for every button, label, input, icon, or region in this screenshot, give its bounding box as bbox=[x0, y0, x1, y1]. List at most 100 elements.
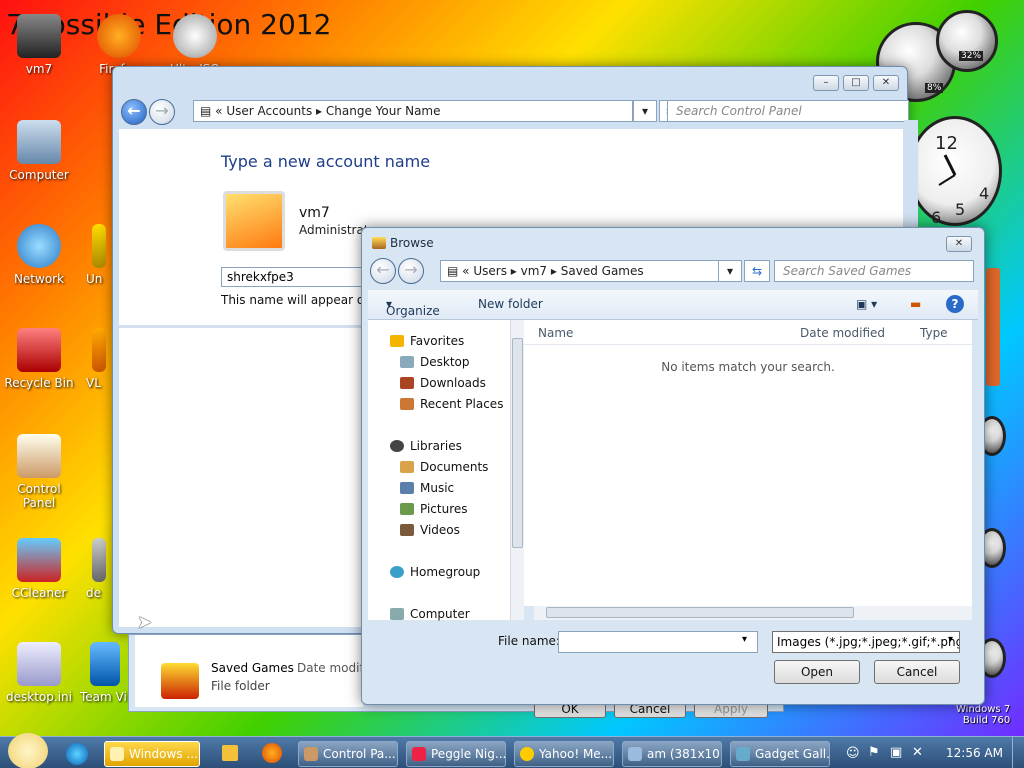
nav-downloads[interactable]: Downloads bbox=[400, 376, 486, 390]
address-bar[interactable]: ▤ « User Accounts ▸ Change Your Name bbox=[193, 100, 633, 122]
browse-back-button[interactable]: ← bbox=[370, 258, 396, 284]
desktop-icon bbox=[400, 356, 414, 368]
network-tray-icon[interactable]: ▣ bbox=[890, 745, 902, 760]
breadcrumb-user-accounts[interactable]: User Accounts bbox=[226, 104, 312, 118]
desktop-icon-ccleaner[interactable]: CCleaner bbox=[0, 538, 78, 600]
nav-documents[interactable]: Documents bbox=[400, 460, 488, 474]
desktop-icon-desktop-ini[interactable]: desktop.ini bbox=[0, 642, 78, 704]
filter-dropdown-icon[interactable]: ▾ bbox=[948, 634, 953, 645]
browse-close-button[interactable]: ✕ bbox=[946, 236, 972, 252]
search-saved-games-input[interactable]: Search Saved Games bbox=[774, 260, 974, 282]
nav-homegroup[interactable]: Homegroup bbox=[390, 565, 480, 579]
breadcrumb-users[interactable]: Users bbox=[473, 264, 507, 278]
internet-explorer-icon[interactable] bbox=[66, 743, 88, 765]
back-button[interactable]: ← bbox=[121, 99, 147, 125]
documents-icon bbox=[400, 461, 414, 473]
new-folder-button[interactable]: New folder bbox=[478, 297, 543, 311]
windows-watermark: Windows 7 Build 760 bbox=[956, 704, 1011, 726]
file-name-input[interactable] bbox=[558, 631, 758, 653]
help-icon[interactable]: ? bbox=[946, 295, 964, 313]
nav-computer[interactable]: Computer bbox=[390, 607, 470, 621]
task-yahoo-messenger[interactable]: Yahoo! Me... bbox=[514, 741, 614, 767]
nav-pictures[interactable]: Pictures bbox=[400, 502, 468, 516]
view-options-icon[interactable]: ▣ ▾ bbox=[856, 297, 877, 311]
breadcrumb-change-your-name[interactable]: Change Your Name bbox=[326, 104, 441, 118]
horizontal-scrollbar[interactable] bbox=[534, 606, 972, 620]
forward-button[interactable]: → bbox=[149, 99, 175, 125]
svg-text:4: 4 bbox=[979, 184, 989, 203]
maximize-button[interactable]: □ bbox=[843, 75, 869, 91]
desktop-icon-recycle-bin[interactable]: Recycle Bin bbox=[0, 328, 78, 390]
page-heading: Type a new account name bbox=[221, 152, 431, 171]
firefox-taskbar-icon[interactable] bbox=[262, 743, 282, 763]
minimize-button[interactable]: – bbox=[813, 75, 839, 91]
media-player-icon[interactable] bbox=[222, 745, 238, 761]
browse-address-dropdown-icon[interactable]: ▾ bbox=[718, 260, 742, 282]
action-center-flag-icon[interactable]: ⚑ bbox=[868, 745, 880, 760]
nav-videos[interactable]: Videos bbox=[400, 523, 460, 537]
network-globe-icon bbox=[17, 224, 61, 268]
desktop-icon-de[interactable]: de bbox=[86, 538, 112, 600]
drive-icon: ▤ bbox=[447, 264, 459, 278]
settings-file-icon bbox=[17, 642, 61, 686]
capture-icon bbox=[628, 747, 642, 761]
cancel-button[interactable]: Cancel bbox=[874, 660, 960, 684]
desktop-icon-vm7[interactable]: vm7 bbox=[0, 14, 78, 76]
ram-meter-gadget[interactable]: 32% bbox=[936, 10, 998, 72]
show-desktop-button[interactable] bbox=[1012, 737, 1024, 768]
navigation-pane: Favorites Desktop Downloads Recent Place… bbox=[368, 320, 524, 621]
empty-message: No items match your search. bbox=[661, 360, 835, 374]
user-folder-icon bbox=[17, 14, 61, 58]
nav-desktop[interactable]: Desktop bbox=[400, 355, 470, 369]
start-orb-icon[interactable] bbox=[8, 733, 48, 768]
star-icon bbox=[390, 335, 404, 347]
app-icon bbox=[92, 538, 106, 582]
mouse-cursor-icon: ➤ bbox=[137, 612, 153, 633]
browse-address-bar[interactable]: ▤ « Users ▸ vm7 ▸ Saved Games bbox=[440, 260, 742, 282]
task-gadget-gallery[interactable]: Gadget Gall... bbox=[730, 741, 830, 767]
address-dropdown-arrow-icon[interactable]: ▾ bbox=[633, 100, 657, 122]
task-am[interactable]: am (381x10... bbox=[622, 741, 722, 767]
column-type[interactable]: Type bbox=[920, 326, 948, 340]
desktop-icon-vlc[interactable]: VL bbox=[86, 328, 112, 390]
task-control-panel[interactable]: Control Pa... bbox=[298, 741, 398, 767]
file-name-dropdown-icon[interactable]: ▾ bbox=[742, 634, 747, 645]
file-type-filter[interactable]: Images (*.jpg;*.jpeg;*.gif;*.png; bbox=[772, 631, 960, 653]
nav-scrollbar-thumb[interactable] bbox=[512, 338, 523, 548]
horizontal-scrollbar-thumb[interactable] bbox=[546, 607, 854, 618]
nav-music[interactable]: Music bbox=[400, 481, 454, 495]
task-windows[interactable]: Windows ... bbox=[104, 741, 200, 767]
desktop-icon-control-panel[interactable]: Control Panel bbox=[0, 434, 78, 510]
svg-text:5: 5 bbox=[955, 200, 965, 219]
search-control-panel-input[interactable]: Search Control Panel bbox=[667, 100, 909, 122]
browse-refresh-icon[interactable]: ⇆ bbox=[744, 260, 770, 282]
saved-games-item[interactable]: Saved Games File folder Date modified bbox=[135, 635, 382, 707]
desktop-icon-network[interactable]: Network bbox=[0, 224, 78, 286]
downloads-icon bbox=[400, 377, 414, 389]
column-date-modified[interactable]: Date modified bbox=[800, 326, 885, 340]
preview-pane-icon[interactable]: ▬ bbox=[910, 297, 921, 311]
desktop-icon-teamviewer[interactable]: Team Vi bbox=[80, 642, 130, 704]
user-name: vm7 bbox=[299, 205, 330, 221]
breadcrumb-saved-games[interactable]: Saved Games bbox=[561, 264, 644, 278]
nav-scrollbar[interactable] bbox=[510, 320, 524, 620]
desktop-icon-computer[interactable]: Computer bbox=[0, 120, 78, 182]
clock[interactable]: 12:56 AM bbox=[946, 746, 1003, 760]
open-button[interactable]: Open bbox=[774, 660, 860, 684]
nav-recent-places[interactable]: Recent Places bbox=[400, 397, 503, 411]
task-peggle[interactable]: Peggle Nig... bbox=[406, 741, 506, 767]
browse-forward-button[interactable]: → bbox=[398, 258, 424, 284]
tray-smiley-icon[interactable]: ☺ bbox=[846, 746, 860, 761]
clock-gadget[interactable]: 12 4 5 6 bbox=[908, 116, 1002, 226]
desktop-icon-un[interactable]: Un bbox=[86, 224, 112, 286]
nav-libraries[interactable]: Libraries bbox=[390, 439, 462, 453]
column-name[interactable]: Name bbox=[538, 326, 573, 340]
name-hint: This name will appear on the Welcome scr… bbox=[221, 293, 363, 307]
close-button[interactable]: ✕ bbox=[873, 75, 899, 91]
folder-icon bbox=[372, 237, 386, 249]
breadcrumb-vm7[interactable]: vm7 bbox=[521, 264, 547, 278]
new-name-input[interactable]: shrekxfpe3 bbox=[221, 267, 371, 287]
organize-button[interactable]: Organize ▾ bbox=[386, 297, 440, 318]
nav-favorites[interactable]: Favorites bbox=[390, 334, 464, 348]
volume-muted-icon[interactable]: ✕ bbox=[912, 745, 923, 760]
